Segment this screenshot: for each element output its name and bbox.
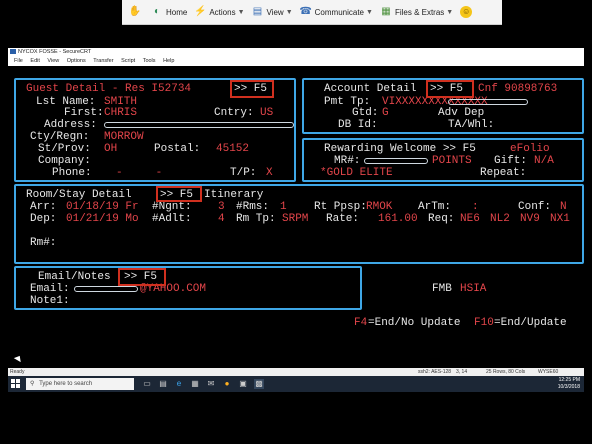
- actions-label: Actions: [209, 7, 236, 17]
- files-icon: ▦: [381, 6, 391, 17]
- status-ready: Ready: [10, 369, 25, 375]
- top-toolbar: ✋ ◐ Home ⚡ Actions ▼ ▤ View ▼ ☎ Communic…: [0, 0, 592, 44]
- stay-detail-highlight: [14, 184, 584, 264]
- status-position: 3, 14: [456, 369, 468, 375]
- menu-transfer[interactable]: Transfer: [93, 58, 113, 64]
- f4-key: F4: [354, 317, 368, 329]
- lightning-icon: ⚡: [194, 6, 207, 17]
- file-explorer-icon[interactable]: ▤: [158, 379, 168, 389]
- edge-icon[interactable]: e: [174, 379, 184, 389]
- status-term: WYSE60: [538, 369, 559, 375]
- hand-icon[interactable]: ✋: [129, 6, 144, 18]
- communicate-button[interactable]: ☎ Communicate ▼: [299, 6, 373, 18]
- window-titlebar: NYCOX FOSSE - SecureCRT: [8, 48, 584, 57]
- files-button[interactable]: ▦ Files & Extras ▼: [380, 6, 453, 18]
- chevron-down-icon: ▼: [237, 8, 245, 16]
- status-bar: Ready ssh2: AES-128 3, 14 25 Rows, 80 Co…: [8, 368, 584, 376]
- clock-date: 10/3/2018: [557, 384, 580, 390]
- email-f5-highlight: [118, 268, 166, 286]
- view-label: View: [266, 7, 284, 17]
- app-icon[interactable]: ▣: [238, 379, 248, 389]
- actions-button[interactable]: ⚡ Actions ▼: [194, 6, 244, 18]
- app-icon: [10, 49, 16, 55]
- email-notes-highlight: [14, 266, 362, 310]
- status-ssh: ssh2: AES-128: [418, 369, 452, 375]
- toolbar-panel: ✋ ◐ Home ⚡ Actions ▼ ▤ View ▼ ☎ Communic…: [122, 0, 502, 25]
- windows-start-icon[interactable]: [11, 379, 21, 389]
- letterbox-bottom: [0, 392, 592, 444]
- hsia-value: HSIA: [460, 283, 487, 295]
- securecrt-taskbar-icon[interactable]: ▩: [254, 379, 264, 389]
- stay-f5-highlight: [156, 186, 202, 202]
- view-button[interactable]: ▤ View ▼: [252, 6, 293, 18]
- menu-options[interactable]: Options: [67, 58, 86, 64]
- fmb-label: FMB: [432, 283, 452, 295]
- terminal-screen[interactable]: Guest Detail - Res I52734 >> F5 Lst Name…: [8, 66, 584, 368]
- clock-time: 12:25 PM: [558, 377, 580, 383]
- search-icon: ⚲: [30, 381, 35, 387]
- home-label: Home: [166, 7, 188, 17]
- smiley-icon: ☺: [460, 6, 473, 18]
- search-placeholder: Type here to search: [39, 381, 93, 387]
- menu-script[interactable]: Script: [121, 58, 135, 64]
- menu-file[interactable]: File: [14, 58, 23, 64]
- menu-help[interactable]: Help: [163, 58, 174, 64]
- home-button[interactable]: ◐ Home: [151, 6, 187, 18]
- monitor-icon: ▤: [252, 6, 263, 17]
- task-view-icon[interactable]: ▭: [142, 379, 152, 389]
- chevron-down-icon: ▼: [366, 8, 373, 16]
- communicate-label: Communicate: [314, 7, 365, 17]
- firefox-icon[interactable]: ●: [222, 379, 232, 389]
- window-title: NYCOX FOSSE - SecureCRT: [18, 49, 92, 55]
- mail-icon[interactable]: ✉: [206, 379, 216, 389]
- menu-view[interactable]: View: [47, 58, 59, 64]
- windows-taskbar: ⚲ Type here to search ▭ ▤ e ▦ ✉ ● ▣ ▩ 12…: [8, 376, 584, 392]
- chevron-down-icon: ▼: [285, 8, 293, 16]
- f4-text: =End/No Update: [368, 317, 461, 329]
- menu-edit[interactable]: Edit: [30, 58, 39, 64]
- guest-f5-highlight: [230, 80, 274, 98]
- phone-icon: ☎: [299, 6, 312, 17]
- store-icon[interactable]: ▦: [190, 379, 200, 389]
- status-size: 25 Rows, 80 Cols: [486, 369, 526, 375]
- rewards-highlight: [302, 138, 584, 182]
- taskbar-search-input[interactable]: ⚲ Type here to search: [26, 378, 134, 390]
- account-f5-highlight: [426, 80, 474, 98]
- f10-key: F10: [474, 317, 494, 329]
- menubar: File Edit View Options Transfer Script T…: [8, 57, 584, 66]
- smiley-button[interactable]: ☺: [460, 6, 475, 18]
- home-icon: ◐: [153, 6, 161, 17]
- securecrt-window: NYCOX FOSSE - SecureCRT File Edit View O…: [8, 48, 584, 376]
- menu-tools[interactable]: Tools: [143, 58, 156, 64]
- tray-clock[interactable]: 12:25 PM 10/3/2018: [558, 377, 580, 391]
- files-label: Files & Extras: [394, 7, 445, 17]
- chevron-down-icon: ▼: [446, 8, 454, 16]
- f10-text: =End/Update: [494, 317, 567, 329]
